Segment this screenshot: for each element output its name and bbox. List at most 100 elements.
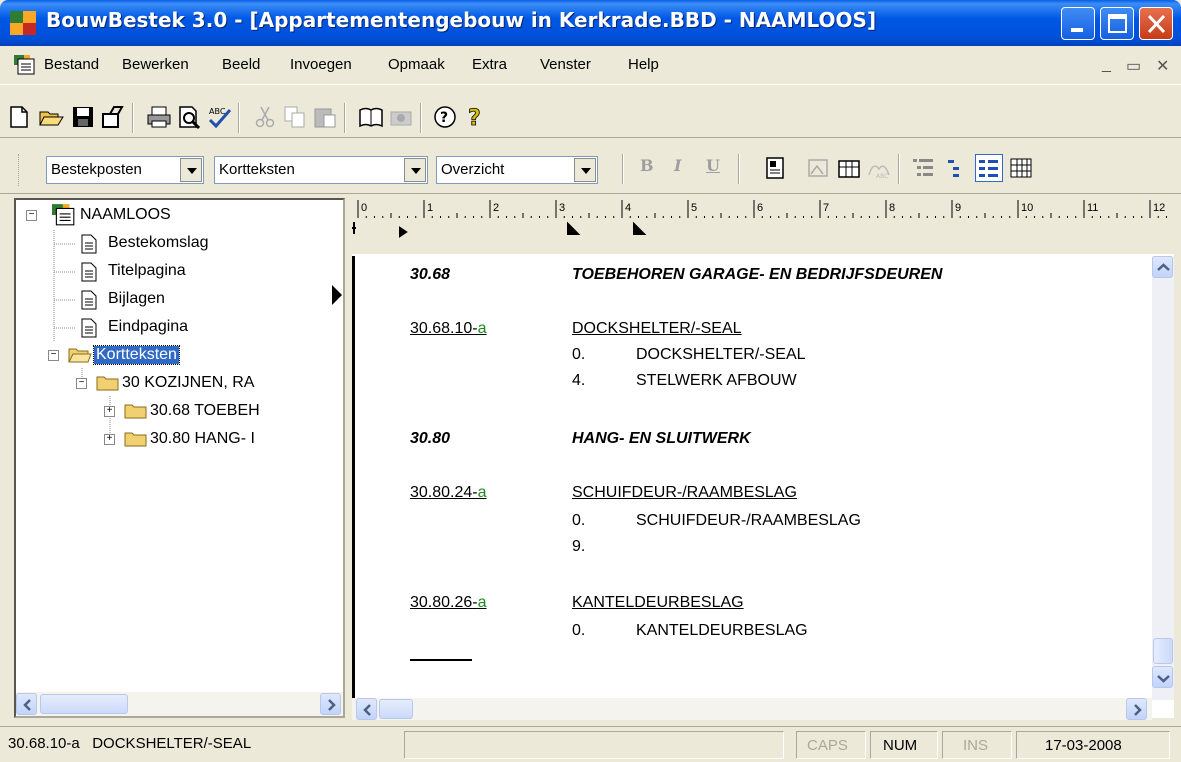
print-icon[interactable] [146, 104, 172, 130]
status-panel-empty [404, 731, 784, 759]
insert-image-icon[interactable] [806, 155, 832, 181]
line-text: STELWERK AFBOUW [636, 372, 797, 389]
item-code-link[interactable]: 30.80.26-a [410, 594, 487, 612]
tree-horizontal-scrollbar[interactable] [16, 692, 343, 716]
mdi-minimize-button[interactable]: _ [1102, 56, 1111, 74]
collapse-toggle[interactable]: − [48, 350, 59, 361]
scroll-left-button[interactable] [16, 693, 37, 715]
menu-bestand[interactable]: Bestand [44, 56, 99, 73]
context-help-icon[interactable]: ? [462, 104, 488, 130]
title-bar: BouwBestek 3.0 - [Appartementengebouw in… [0, 0, 1181, 46]
menu-venster[interactable]: Venster [540, 56, 591, 73]
expand-toggle[interactable]: + [104, 434, 115, 445]
save-disk-icon[interactable] [70, 104, 96, 130]
scroll-thumb[interactable] [40, 694, 128, 714]
close-button[interactable] [1139, 7, 1173, 40]
indent-marker[interactable] [352, 222, 356, 234]
outline-expanded-icon[interactable] [975, 154, 1003, 182]
print-preview-icon[interactable] [176, 104, 202, 130]
expand-toggle[interactable]: + [104, 406, 115, 417]
tab-stop-marker[interactable] [567, 221, 581, 235]
menu-opmaak[interactable]: Opmaak [388, 56, 445, 73]
italic-button[interactable]: I [674, 156, 681, 175]
ruler-number: 7 [823, 202, 829, 214]
folder-icon [124, 432, 147, 447]
tree-item-30-80[interactable]: 30.80 HANG- I [150, 430, 255, 448]
first-line-indent-marker[interactable] [399, 226, 408, 238]
line-number: 0. [572, 346, 586, 363]
mdi-restore-button[interactable]: ▭ [1126, 56, 1141, 76]
underline-button[interactable]: U [706, 156, 720, 175]
scroll-up-button[interactable] [1152, 256, 1173, 278]
insert-table-icon[interactable] [836, 155, 862, 181]
minimize-button[interactable] [1061, 7, 1095, 40]
page-icon [81, 290, 97, 310]
svg-text:?: ? [440, 110, 448, 126]
new-document-icon[interactable] [6, 104, 32, 130]
svg-text:ABC: ABC [209, 107, 226, 116]
open-folder-icon[interactable] [38, 104, 64, 130]
tree-item-bijlagen[interactable]: Bijlagen [108, 290, 165, 308]
view-combo[interactable]: Overzicht [436, 156, 598, 184]
scroll-right-button[interactable] [1126, 698, 1147, 720]
document-panel: 0 1 2 3 4 5 6 7 8 9 10 11 12 30.68 TOEBEHOREN GARAGE… [332, 198, 1174, 720]
ruler-number: 0 [361, 202, 367, 214]
camera-icon[interactable] [388, 104, 414, 130]
insert-abc-icon[interactable]: ABC [866, 155, 892, 181]
mdi-close-button[interactable]: ✕ [1156, 56, 1169, 76]
document-horizontal-scrollbar[interactable] [352, 698, 1152, 720]
collapse-toggle[interactable]: − [26, 210, 37, 221]
toolbar-grip[interactable] [18, 154, 21, 186]
outline-compact-icon[interactable] [944, 155, 970, 181]
menu-invoegen[interactable]: Invoegen [290, 56, 352, 73]
scroll-thumb[interactable] [379, 699, 413, 719]
item-code-link[interactable]: 30.68.10-a [410, 320, 487, 338]
text-type-combo[interactable]: Kortteksten [214, 156, 428, 184]
item-title[interactable]: KANTELDEURBESLAG [572, 594, 744, 612]
document-vertical-scrollbar[interactable] [1152, 256, 1174, 700]
tree-item-chapter-30[interactable]: 30 KOZIJNEN, RA [122, 374, 254, 392]
spellcheck-icon[interactable]: ABC [206, 104, 232, 130]
help-wizard-icon[interactable]: ? [432, 104, 458, 130]
chevron-down-icon[interactable] [574, 158, 596, 182]
line-number: 9. [572, 538, 586, 555]
menu-beeld[interactable]: Beeld [222, 56, 260, 73]
book-icon[interactable] [358, 104, 384, 130]
scroll-down-button[interactable] [1152, 666, 1173, 688]
tree-item-eindpagina[interactable]: Eindpagina [108, 318, 188, 336]
bold-button[interactable]: B [640, 156, 654, 175]
menu-bewerken[interactable]: Bewerken [122, 56, 189, 73]
tree-item-titelpagina[interactable]: Titelpagina [108, 262, 186, 280]
document-properties-icon[interactable] [764, 155, 790, 181]
tree-root-label[interactable]: NAAMLOOS [80, 206, 171, 224]
collapse-toggle[interactable]: − [76, 378, 87, 389]
maximize-button[interactable] [1100, 7, 1134, 40]
menu-help[interactable]: Help [628, 56, 659, 73]
item-code-link[interactable]: 30.80.24-a [410, 484, 487, 502]
tree-item-kortteksten[interactable]: Kortteksten [93, 345, 180, 365]
style-combo[interactable]: Bestekposten [46, 156, 204, 184]
scroll-thumb[interactable] [1153, 638, 1173, 664]
toolbar-separator [344, 103, 346, 133]
ruler: 0 1 2 3 4 5 6 7 8 9 10 11 12 [352, 198, 1174, 254]
open-template-icon[interactable] [100, 104, 126, 130]
paste-icon[interactable] [312, 104, 338, 130]
app-icon [10, 11, 36, 35]
tab-stop-marker[interactable] [633, 221, 647, 235]
scroll-right-button[interactable] [320, 693, 341, 715]
item-title[interactable]: SCHUIFDEUR-/RAAMBESLAG [572, 484, 797, 502]
item-title[interactable]: DOCKSHELTER/-SEAL [572, 320, 742, 338]
scroll-left-button[interactable] [356, 698, 377, 720]
tree-item-bestekomslag[interactable]: Bestekomslag [108, 234, 209, 252]
chevron-down-icon[interactable] [404, 158, 426, 182]
cut-icon[interactable] [252, 104, 278, 130]
outline-level-icon[interactable] [910, 155, 936, 181]
grid-view-icon[interactable] [1008, 155, 1034, 181]
copy-icon[interactable] [282, 104, 308, 130]
style-combo-value: Bestekposten [51, 161, 142, 178]
tree-item-30-68[interactable]: 30.68 TOEBEH [150, 402, 260, 420]
menu-extra[interactable]: Extra [472, 56, 507, 73]
chevron-up-icon [1157, 263, 1170, 271]
section-code: 30.68 [410, 266, 451, 283]
chevron-down-icon[interactable] [180, 158, 202, 182]
